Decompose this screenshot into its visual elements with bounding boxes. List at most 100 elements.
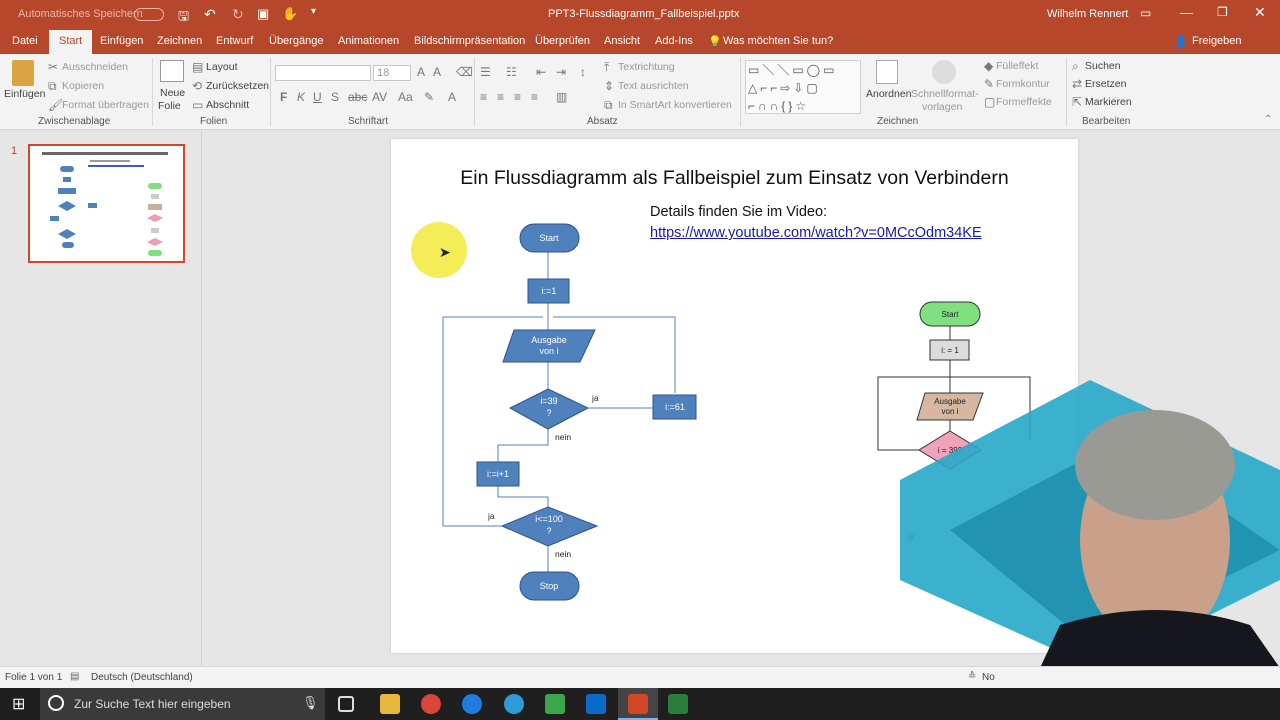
section-button[interactable]: Abschnitt [206,99,249,111]
camtasia-recorder-icon[interactable] [668,694,688,714]
maximize-icon[interactable]: ❐ [1217,5,1228,19]
customize-qat-icon[interactable]: ▾ [311,6,316,17]
collapse-ribbon-icon[interactable]: ⌃ [1264,114,1272,126]
arrange-button[interactable]: Anordnen [866,88,912,100]
tell-me-search[interactable]: Was möchten Sie tun? [723,35,833,47]
flow-stop-label: Stop [540,581,559,591]
start-presentation-icon[interactable]: ▣ [257,6,269,22]
tab-entwurf[interactable]: Entwurf [216,35,253,47]
italic-icon[interactable]: K [297,91,305,103]
align-center-icon[interactable]: ≡ [497,91,504,103]
undo-icon[interactable]: ↶ [204,6,216,23]
internet-explorer-icon[interactable] [504,694,524,714]
grow-font-icon[interactable]: A [417,66,425,78]
new-slide-label-2[interactable]: Folie [158,100,181,112]
tab-datei[interactable]: Datei [12,35,38,47]
character-spacing-icon[interactable]: AV [372,91,387,103]
shrink-font-icon[interactable]: A [433,66,441,78]
align-right-icon[interactable]: ≡ [514,91,521,103]
minimize-icon[interactable]: — [1180,5,1193,20]
format-painter-icon: 🖌 [48,98,64,112]
shapes-gallery[interactable]: ▭＼＼▭◯▭ △⌐⌐⇨⇩▢ ⌐∩∩{}☆ [745,60,861,114]
group-slides-label: Folien [200,116,228,127]
font-size-input[interactable]: 18 [373,65,411,81]
ribbon-tabs: Datei Start Einfügen Zeichnen Entwurf Üb… [0,30,1280,54]
thumbnail-preview [42,152,168,256]
format-painter-button[interactable]: Format übertragen [62,99,149,111]
bold-icon[interactable]: F [280,91,287,103]
justify-icon[interactable]: ≡ [531,91,538,103]
spellcheck-icon[interactable]: ▤ [70,671,79,682]
edge-icon[interactable] [462,694,482,714]
font-color-icon[interactable]: A [448,91,456,103]
tab-uebergaenge[interactable]: Übergänge [269,35,323,47]
tab-bildschirmpraesentation[interactable]: Bildschirmpräsentation [414,35,525,47]
decrease-indent-icon[interactable]: ⇤ [536,66,546,78]
arrange-icon[interactable] [876,60,898,84]
numbering-icon[interactable]: ☷ [506,66,517,78]
touch-mode-icon[interactable]: ✋ [282,6,298,22]
replace-button[interactable]: Ersetzen [1085,78,1126,90]
camtasia-icon[interactable] [545,694,565,714]
share-button[interactable]: Freigeben [1192,35,1242,47]
line-spacing-icon[interactable]: ↕ [580,66,586,78]
font-name-input[interactable] [275,65,371,81]
task-view-icon[interactable] [338,696,354,712]
layout-button[interactable]: Layout [206,61,238,73]
outlook-icon[interactable] [586,694,606,714]
flow-increment-label: i:=i+1 [487,469,509,479]
tab-animationen[interactable]: Animationen [338,35,399,47]
align-text-button[interactable]: Text ausrichten [618,80,689,92]
quick-styles-label-2[interactable]: vorlagen [922,101,962,113]
windows-start-icon[interactable]: ⊞ [12,694,25,714]
new-slide-label-1[interactable]: Neue [160,87,185,99]
redo-icon[interactable]: ↻ [232,6,244,23]
align-left-icon[interactable]: ≡ [480,91,487,103]
find-button[interactable]: Suchen [1085,60,1121,72]
quick-styles-icon[interactable] [932,60,956,84]
shadow-icon[interactable]: S [331,91,339,103]
quick-styles-label-1[interactable]: Schnellformat- [911,88,979,100]
select-button[interactable]: Markieren [1085,96,1132,108]
replace-icon: ⇄ [1072,77,1083,91]
taskbar-search-box[interactable]: Zur Suche Text hier eingeben 🎙 [40,688,325,720]
slide-thumbnail[interactable] [28,144,185,263]
tab-einfuegen[interactable]: Einfügen [100,35,143,47]
chrome-icon[interactable] [421,694,441,714]
smartart-button[interactable]: In SmartArt konvertieren [618,99,732,111]
shape-effects-button[interactable]: Formeffekte [996,96,1052,108]
notes-button[interactable]: No [982,672,995,683]
autosave-toggle[interactable] [134,8,164,21]
group-divider [474,58,475,126]
shape-outline-button[interactable]: Formkontur [996,78,1050,90]
powerpoint-taskbar-button[interactable] [618,688,658,720]
tab-add-ins[interactable]: Add-Ins [655,35,693,47]
tab-ueberpruefen[interactable]: Überprüfen [535,35,590,47]
file-explorer-icon[interactable] [380,694,400,714]
reset-button[interactable]: Zurücksetzen [206,80,269,92]
shape-fill-button[interactable]: Fülleffekt [996,60,1038,72]
new-slide-icon[interactable] [160,60,184,82]
paste-button[interactable]: Einfügen [4,88,45,100]
tab-zeichnen[interactable]: Zeichnen [157,35,202,47]
microphone-icon[interactable]: 🎙 [302,695,319,711]
tab-ansicht[interactable]: Ansicht [604,35,640,47]
change-case-icon[interactable]: Aa [398,91,413,103]
highlight-icon[interactable]: ✎ [424,91,434,103]
strikethrough-icon[interactable]: abc [348,91,367,103]
save-icon[interactable]: 🖫 [178,7,189,29]
ribbon-display-icon[interactable]: ▭ [1140,6,1151,20]
increase-indent-icon[interactable]: ⇥ [556,66,566,78]
paste-icon[interactable] [12,60,34,86]
underline-icon[interactable]: U [313,91,322,103]
language-status[interactable]: Deutsch (Deutschland) [91,672,193,683]
cut-button[interactable]: Ausschneiden [62,61,128,73]
tab-start[interactable]: Start [49,30,93,54]
close-icon[interactable]: ✕ [1254,4,1266,21]
bullets-icon[interactable]: ☰ [480,66,491,78]
clear-formatting-icon[interactable]: ⌫ [456,66,473,78]
flow-decision-100-label-1: i<=100 [535,514,563,524]
copy-button[interactable]: Kopieren [62,80,104,92]
text-direction-button[interactable]: Textrichtung [618,61,675,73]
columns-icon[interactable]: ▥ [556,91,567,103]
